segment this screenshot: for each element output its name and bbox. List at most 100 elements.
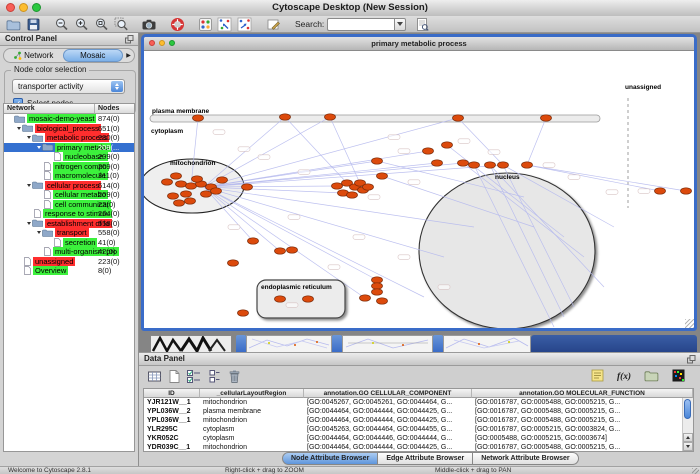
table-row[interactable]: YKR052Ccytoplasm[GO:0044464, GO:0044446,… [144, 434, 693, 443]
network-node[interactable] [287, 247, 298, 253]
tree-row[interactable]: macromolecule311(0) [4, 171, 134, 181]
tree-row[interactable]: mosaic-demo-yeast874(0) [4, 114, 134, 124]
tab-mosaic[interactable]: Mosaic [63, 49, 124, 62]
network-node[interactable] [162, 179, 173, 185]
tree-row[interactable]: response to stimulu264(0) [4, 209, 134, 219]
network-node[interactable] [377, 173, 388, 179]
app-resize-grip[interactable] [692, 468, 699, 474]
tab-edge-attribute-browser[interactable]: Edge Attribute Browser [378, 452, 473, 465]
network-node[interactable] [242, 184, 253, 190]
delete-attribute-icon[interactable] [226, 369, 242, 384]
float-panel-icon[interactable] [125, 35, 134, 48]
tree-row[interactable]: unassigned223(0) [4, 257, 134, 267]
network-canvas[interactable]: plasma membranecytoplasmmitochondrionnuc… [144, 51, 694, 328]
tree-column-network[interactable]: Network [4, 104, 95, 114]
tree-row[interactable]: metabolic process280(0) [4, 133, 134, 143]
network-node[interactable] [363, 184, 374, 190]
create-attribute-icon[interactable] [206, 369, 222, 384]
tree-row[interactable]: secretion41(0) [4, 238, 134, 248]
window-resize-grip[interactable] [685, 319, 694, 328]
table-row[interactable]: YPL036W__1mitochondrion[GO:0044464, GO:0… [144, 416, 693, 425]
network-view-window[interactable]: primary metabolic process plasma membran… [141, 34, 697, 331]
tab-network[interactable]: Network [4, 49, 63, 62]
tree-row[interactable]: establishment of lo558(0) [4, 219, 134, 229]
network-node[interactable] [498, 162, 509, 168]
import-attributes-icon[interactable] [643, 368, 659, 383]
network-window-titlebar[interactable]: primary metabolic process [144, 37, 694, 51]
network-node[interactable] [168, 193, 179, 199]
network-node[interactable] [176, 181, 187, 187]
zoom-in-icon[interactable] [73, 17, 89, 32]
close-window-button[interactable] [6, 3, 15, 12]
tree-row[interactable]: primary metabo209(... [4, 143, 134, 153]
network-node[interactable] [377, 298, 388, 304]
advanced-search-icon[interactable] [414, 17, 430, 32]
search-input[interactable] [327, 18, 394, 31]
node-color-dropdown[interactable]: transporter activity [12, 79, 125, 94]
network-node[interactable] [332, 183, 343, 189]
network-node[interactable] [681, 188, 692, 194]
tree-row[interactable]: cellular metabo209(0) [4, 190, 134, 200]
app-titlebar[interactable]: Cytoscape Desktop (New Session) [0, 0, 700, 17]
network-node[interactable] [174, 200, 185, 206]
vizmapper-icon[interactable] [197, 17, 213, 32]
background-window-thumbnail[interactable] [443, 335, 531, 352]
tree-row[interactable]: transport558(0) [4, 228, 134, 238]
network-node[interactable] [238, 310, 249, 316]
background-window-overview[interactable] [150, 335, 232, 352]
network-node[interactable] [372, 283, 383, 289]
network-node[interactable] [360, 295, 371, 301]
network-node[interactable] [201, 191, 212, 197]
select-attributes-icon[interactable] [186, 369, 202, 384]
network-node[interactable] [303, 296, 314, 302]
search-dropdown-button[interactable] [394, 18, 406, 31]
network-node[interactable] [372, 277, 383, 283]
zoom-window-button[interactable] [32, 3, 41, 12]
network-node[interactable] [185, 198, 196, 204]
network-node[interactable] [192, 176, 203, 182]
network-node[interactable] [541, 115, 552, 121]
network-node[interactable] [193, 115, 204, 121]
minimize-window-button[interactable] [19, 3, 28, 12]
table-row[interactable]: YJR121W__1mitochondrion[GO:0045267, GO:0… [144, 398, 693, 407]
network-node[interactable] [347, 192, 358, 198]
function-builder-icon[interactable]: f(x) [616, 368, 632, 383]
network-node[interactable] [228, 260, 239, 266]
disclosure-triangle-icon[interactable] [27, 184, 31, 187]
layout-a-icon[interactable] [217, 17, 233, 32]
table-column-header[interactable]: _cellularLayoutRegion [200, 389, 304, 398]
network-node[interactable] [423, 148, 434, 154]
tree-row[interactable]: nitrogen compo209(0) [4, 162, 134, 172]
tree-row[interactable]: cell communicat22(0) [4, 200, 134, 210]
network-node[interactable] [275, 248, 286, 254]
disclosure-triangle-icon[interactable] [37, 146, 41, 149]
network-node[interactable] [280, 114, 291, 120]
tree-row[interactable]: nucleobase-209(0) [4, 152, 134, 162]
open-file-icon[interactable] [5, 17, 21, 32]
notepad-icon[interactable] [589, 368, 605, 383]
layout-b-icon[interactable] [237, 17, 253, 32]
zoom-fit-icon[interactable] [93, 17, 109, 32]
network-node[interactable] [372, 289, 383, 295]
background-window-edge[interactable] [332, 335, 342, 352]
network-node[interactable] [655, 188, 666, 194]
background-window-thumbnail[interactable] [342, 335, 433, 352]
network-node[interactable] [325, 114, 336, 120]
network-node[interactable] [275, 296, 286, 302]
background-window-edge[interactable] [433, 335, 443, 352]
network-node[interactable] [453, 115, 464, 121]
network-node[interactable] [458, 160, 469, 166]
save-session-icon[interactable] [25, 17, 41, 32]
network-node[interactable] [186, 183, 197, 189]
disclosure-triangle-icon[interactable] [17, 127, 21, 130]
table-row[interactable]: YLR295Ccytoplasm[GO:0045263, GO:0044464,… [144, 425, 693, 434]
network-node[interactable] [372, 158, 383, 164]
scroll-up-button[interactable] [683, 433, 693, 442]
new-attribute-icon[interactable] [166, 369, 182, 384]
disclosure-triangle-icon[interactable] [27, 222, 31, 225]
background-window-titlebar[interactable] [531, 335, 697, 352]
close-view-button[interactable] [149, 40, 155, 46]
scroll-down-button[interactable] [683, 442, 693, 451]
tree-row[interactable]: cellular process614(0) [4, 181, 134, 191]
network-node[interactable] [171, 173, 182, 179]
